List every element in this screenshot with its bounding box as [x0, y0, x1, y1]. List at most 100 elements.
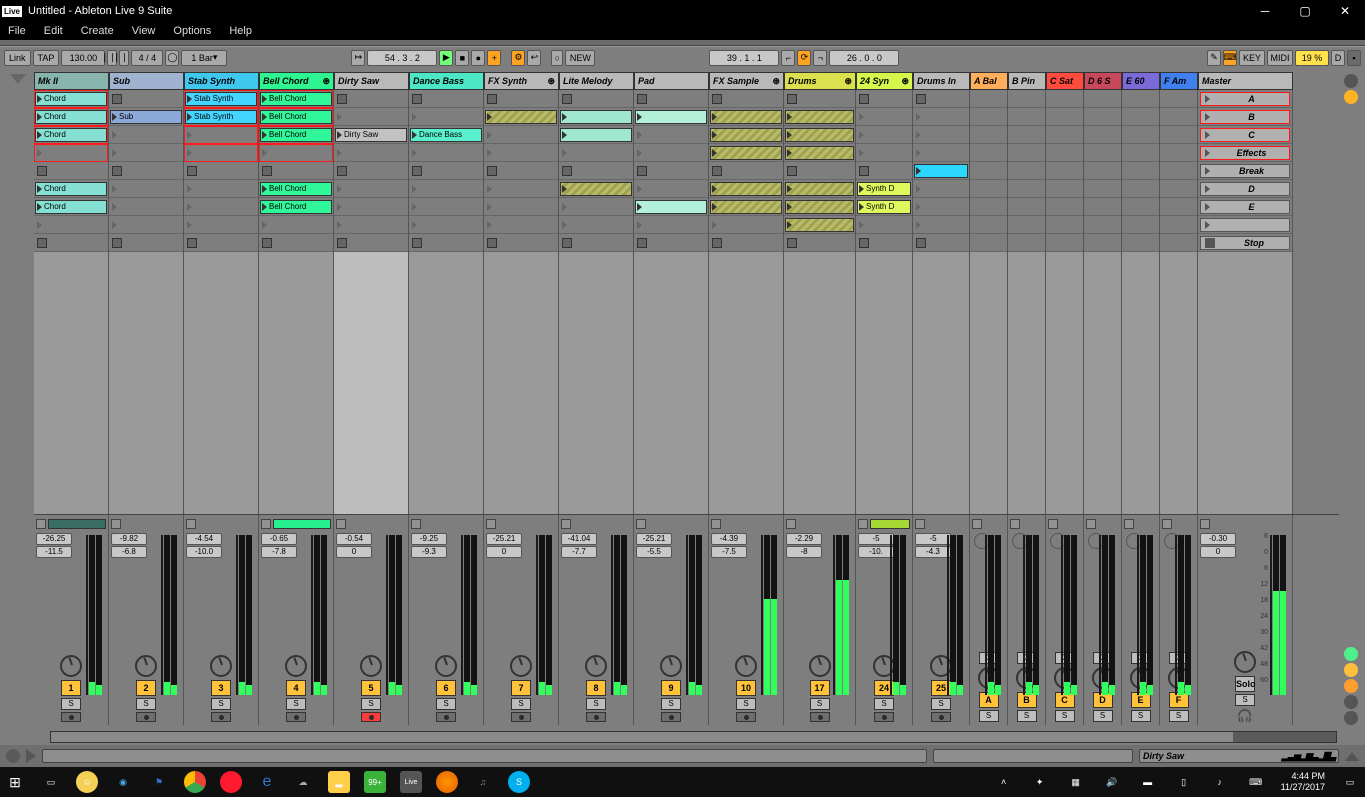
clip-slot-empty[interactable] — [916, 203, 921, 211]
track-activator[interactable] — [336, 519, 346, 529]
clip-stop[interactable] — [787, 166, 797, 176]
clip-slot[interactable]: Synth D — [857, 200, 911, 214]
clip-slot-empty[interactable] — [337, 149, 342, 157]
cue-out-icon[interactable]: 🎧 — [1235, 708, 1255, 722]
track-header[interactable]: FX Synth ⊛ — [484, 72, 559, 90]
track-number-button[interactable]: 10 — [736, 680, 756, 696]
clip-slot-empty[interactable] — [859, 131, 864, 139]
track-activator[interactable] — [561, 519, 571, 529]
solo-button[interactable]: S — [1055, 710, 1075, 722]
volume-db[interactable]: -26.25 — [36, 533, 72, 545]
detail-expand-icon[interactable] — [1345, 752, 1359, 761]
clip-slot-empty[interactable] — [262, 149, 267, 157]
clip-stop[interactable] — [859, 94, 869, 104]
clip-stop[interactable] — [337, 94, 347, 104]
clip-slot[interactable] — [710, 110, 782, 124]
volume-db[interactable]: -0.30 — [1200, 533, 1236, 545]
clip-slot[interactable] — [635, 200, 707, 214]
arm-button[interactable] — [810, 712, 830, 722]
clip-slot-empty[interactable] — [487, 185, 492, 193]
solo-button[interactable]: S — [61, 698, 81, 710]
clip-stop[interactable] — [637, 94, 647, 104]
clip-stop[interactable] — [112, 94, 122, 104]
scene-launch[interactable]: Stop — [1200, 236, 1290, 250]
clip-slot[interactable]: Chord — [35, 128, 107, 142]
crossfade-toggle[interactable] — [1344, 711, 1358, 725]
ableton-taskbar-icon[interactable]: Live — [400, 771, 422, 793]
clip-slot-empty[interactable] — [112, 221, 117, 229]
track-number-button[interactable]: 1 — [61, 680, 81, 696]
minimize-button[interactable]: ─ — [1245, 4, 1285, 18]
track-header[interactable]: Bell Chord ⊛ — [259, 72, 334, 90]
track-activator[interactable] — [636, 519, 646, 529]
scene-launch[interactable]: C — [1200, 128, 1290, 142]
clip-slot-empty[interactable] — [337, 113, 342, 121]
session-rec[interactable]: ○ — [551, 50, 563, 66]
solo-button[interactable]: S — [661, 698, 681, 710]
clip-slot-empty[interactable] — [916, 185, 921, 193]
clip-slot[interactable]: Chord — [35, 92, 107, 106]
volume-db[interactable]: -25.21 — [486, 533, 522, 545]
clip-stop[interactable] — [37, 238, 47, 248]
pan-knob[interactable] — [60, 655, 82, 677]
tray-icon-1[interactable]: ✦ — [1029, 771, 1051, 793]
pan-knob[interactable] — [585, 655, 607, 677]
clip-stop[interactable] — [337, 166, 347, 176]
volume-db[interactable]: -9.25 — [411, 533, 447, 545]
keyboard-icon[interactable]: ⌨ — [1245, 771, 1267, 793]
clip-slot[interactable] — [560, 110, 632, 124]
arm-button[interactable] — [61, 712, 81, 722]
solo-button[interactable]: S — [436, 698, 456, 710]
solo-button[interactable]: S — [1017, 710, 1037, 722]
tempo-nudge-up[interactable]: ❘❘❘ — [119, 50, 129, 66]
clip-slot-empty[interactable] — [637, 149, 642, 157]
track-activator[interactable] — [1162, 519, 1172, 529]
track-header[interactable]: Mk II — [34, 72, 109, 90]
track-activator[interactable] — [411, 519, 421, 529]
track-number-button[interactable]: 2 — [136, 680, 156, 696]
clip-slot-empty[interactable] — [412, 149, 417, 157]
track-number-button[interactable]: Solo — [1235, 676, 1255, 692]
preview-play-icon[interactable] — [26, 749, 36, 763]
track-header[interactable]: F Am — [1160, 72, 1198, 90]
scene-launch[interactable]: E — [1200, 200, 1290, 214]
track-header[interactable]: A Bal — [970, 72, 1008, 90]
clip-slot-empty[interactable] — [112, 185, 117, 193]
clip-slot-empty[interactable] — [916, 131, 921, 139]
track-header[interactable]: 24 Syn ⊛ — [856, 72, 913, 90]
key-map[interactable]: KEY — [1239, 50, 1265, 66]
arm-button[interactable] — [286, 712, 306, 722]
clip-slot[interactable] — [710, 146, 782, 160]
track-header[interactable]: Lite Melody — [559, 72, 634, 90]
clip-stop[interactable] — [859, 238, 869, 248]
network-icon[interactable]: ▬ — [1137, 771, 1159, 793]
explorer-icon[interactable]: ▂ — [328, 771, 350, 793]
computer-keyboard[interactable]: ⌨ — [1223, 50, 1237, 66]
solo-button[interactable]: S — [931, 698, 951, 710]
solo-button[interactable]: S — [1093, 710, 1113, 722]
clip-slot-empty[interactable] — [112, 149, 117, 157]
clip-slot-empty[interactable] — [412, 113, 417, 121]
solo-button[interactable]: S — [736, 698, 756, 710]
opera-icon[interactable] — [220, 771, 242, 793]
volume-db[interactable]: -41.04 — [561, 533, 597, 545]
horizontal-scrollbar[interactable] — [50, 731, 1337, 743]
track-number-button[interactable]: 5 — [361, 680, 381, 696]
clip-slot-empty[interactable] — [487, 203, 492, 211]
menu-edit[interactable]: Edit — [44, 25, 63, 37]
clip-slot[interactable] — [785, 218, 854, 232]
scene-launch[interactable]: B — [1200, 110, 1290, 124]
clip-slot-empty[interactable] — [262, 221, 267, 229]
clip-slot[interactable]: Bell Chord — [260, 182, 332, 196]
close-button[interactable]: ✕ — [1325, 4, 1365, 18]
clip-slot-empty[interactable] — [916, 113, 921, 121]
track-activator[interactable] — [711, 519, 721, 529]
track-activator[interactable] — [36, 519, 46, 529]
clip-slot-empty[interactable] — [859, 113, 864, 121]
solo-button[interactable]: S — [286, 698, 306, 710]
link-button[interactable]: Link — [4, 50, 31, 66]
battery-icon[interactable]: ▯ — [1173, 771, 1195, 793]
arm-button[interactable] — [136, 712, 156, 722]
clip-slot[interactable]: Bell Chord — [260, 110, 332, 124]
menu-create[interactable]: Create — [81, 25, 114, 37]
